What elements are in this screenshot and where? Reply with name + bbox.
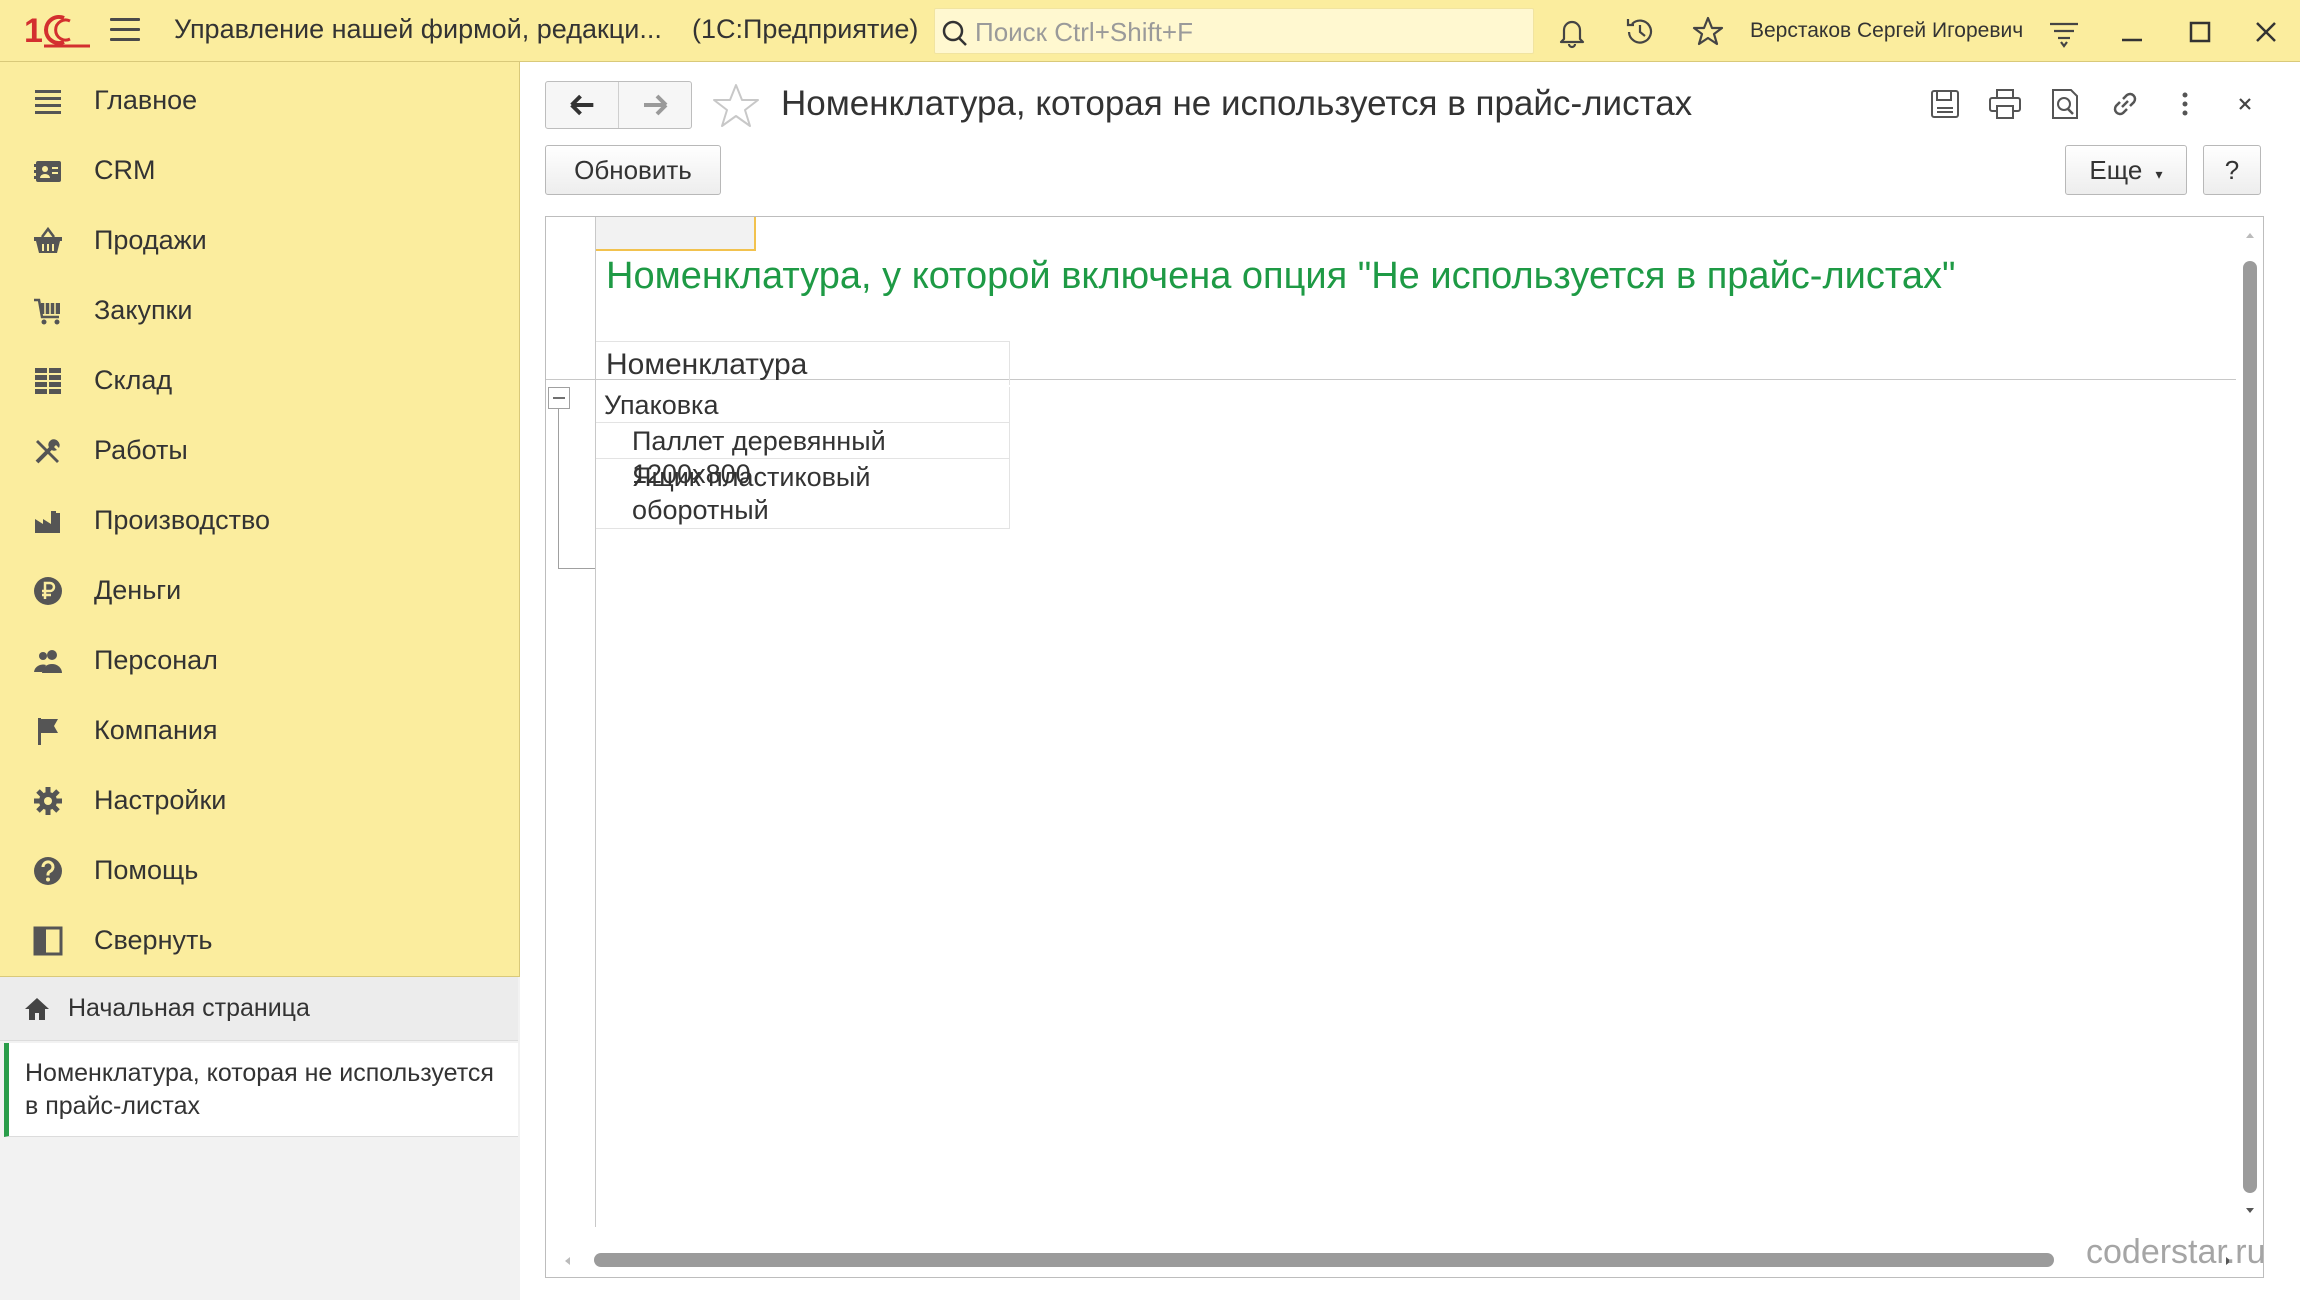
sidebar-item-sales[interactable]: Продажи <box>0 205 518 275</box>
home-page-tab[interactable]: Начальная страница <box>0 977 518 1041</box>
sidebar-item-production[interactable]: Производство <box>0 485 518 555</box>
preview-icon[interactable] <box>2045 84 2085 124</box>
more-button[interactable]: Еще ▾ <box>2065 145 2187 195</box>
page-title: Номенклатура, которая не используется в … <box>781 84 1693 123</box>
bell-icon[interactable] <box>1552 12 1592 52</box>
home-icon <box>25 998 49 1020</box>
tools-icon <box>35 439 60 464</box>
report-heading: Номенклатура, у которой включена опция "… <box>606 255 1956 297</box>
sidebar-item-label: Свернуть <box>94 925 213 955</box>
sidebar-item-company[interactable]: Компания <box>0 695 518 765</box>
settings-funnel-icon[interactable] <box>2044 12 2084 52</box>
row-text: Упаковка <box>604 390 719 420</box>
scroll-up-arrow-icon[interactable] <box>2242 229 2258 241</box>
add-to-favorites-star-icon[interactable] <box>711 82 761 130</box>
basket-icon <box>34 226 62 253</box>
sidebar-item-label: Закупки <box>94 295 193 325</box>
table-row[interactable]: Ящик пластиковый оборотный <box>596 459 1010 529</box>
open-window-tab[interactable]: Номенклатура, которая не используется в … <box>4 1043 518 1137</box>
sidebar-item-label: Настройки <box>94 785 227 815</box>
sidebar-item-main[interactable]: Главное <box>0 65 518 135</box>
sidebar-item-label: CRM <box>94 155 156 185</box>
group-bracket <box>558 409 595 569</box>
maximize-icon[interactable] <box>2180 12 2220 52</box>
history-icon[interactable] <box>1620 12 1660 52</box>
ruble-icon <box>34 577 62 605</box>
watermark-text: coderstar.ru <box>2086 1233 2264 1271</box>
print-icon[interactable] <box>1985 84 2025 124</box>
column-header-label: Номенклатура <box>606 348 808 381</box>
list-icon <box>35 90 61 114</box>
save-icon[interactable] <box>1925 84 1965 124</box>
sidebar-item-label: Главное <box>94 85 198 115</box>
sidebar-item-money[interactable]: Деньги <box>0 555 518 625</box>
contact-card-icon <box>34 161 61 182</box>
collapse-panel-icon <box>33 926 63 956</box>
sidebar-item-label: Помощь <box>94 855 199 885</box>
report-spreadsheet[interactable]: Номенклатура, у которой включена опция "… <box>545 216 2264 1278</box>
sidebar-item-collapse[interactable]: Свернуть <box>0 905 518 975</box>
sidebar-item-warehouse[interactable]: Склад <box>0 345 518 415</box>
table-row-group[interactable]: Упаковка <box>596 387 1010 423</box>
factory-icon <box>35 511 60 533</box>
search-input[interactable] <box>975 15 1525 49</box>
group-collapse-toggle[interactable] <box>548 387 570 409</box>
row-text: Ящик пластиковый оборотный <box>632 462 871 525</box>
link-icon[interactable] <box>2105 84 2145 124</box>
svg-text:1: 1 <box>24 12 43 50</box>
sidebar-item-purchases[interactable]: Закупки <box>0 275 518 345</box>
app-title: Управление нашей фирмой, редакци... <box>174 14 662 44</box>
people-icon <box>34 650 62 673</box>
sidebar: Главное CRM Продажи Закупки Склад Работы… <box>0 62 520 1300</box>
scroll-left-arrow-icon[interactable] <box>560 1253 574 1269</box>
selected-cell[interactable] <box>596 217 756 251</box>
scroll-down-arrow-icon[interactable] <box>2242 1205 2258 1217</box>
help-button[interactable]: ? <box>2203 145 2261 195</box>
home-page-label: Начальная страница <box>68 994 310 1022</box>
horizontal-scroll-thumb[interactable] <box>594 1253 2054 1267</box>
sidebar-item-label: Склад <box>94 365 173 395</box>
flag-icon <box>38 718 58 745</box>
open-window-label: Номенклатура, которая не используется в … <box>25 1059 494 1120</box>
sidebar-item-help[interactable]: Помощь <box>0 835 518 905</box>
global-search[interactable] <box>934 8 1534 54</box>
minimize-icon[interactable] <box>2112 12 2152 52</box>
column-header-nomenclature: Номенклатура <box>596 341 1010 385</box>
dropdown-arrow-icon: ▾ <box>2155 165 2163 182</box>
vertical-scroll-thumb[interactable] <box>2243 261 2257 1193</box>
more-button-label: Еще <box>2089 154 2143 185</box>
sidebar-item-label: Компания <box>94 715 218 745</box>
table-row[interactable]: Паллет деревянный 1200х800 <box>596 423 1010 489</box>
sidebar-item-staff[interactable]: Персонал <box>0 625 518 695</box>
logo-1c: 1 <box>24 12 90 50</box>
sidebar-item-label: Персонал <box>94 645 218 675</box>
forward-arrow-icon[interactable] <box>619 82 692 128</box>
user-name[interactable]: Верстаков Сергей Игоревич <box>1750 19 2023 43</box>
gear-icon <box>34 787 62 815</box>
menu-icon[interactable] <box>110 18 140 44</box>
sidebar-item-label: Продажи <box>94 225 207 255</box>
sidebar-item-label: Производство <box>94 505 271 535</box>
favorites-star-icon[interactable] <box>1688 12 1728 52</box>
history-navigation <box>545 81 692 129</box>
title-bar: 1 Управление нашей фирмой, редакци... (1… <box>0 0 2300 62</box>
app-subtitle: (1С:Предприятие) <box>692 14 919 44</box>
refresh-button[interactable]: Обновить <box>545 145 721 195</box>
open-windows-panel: Начальная страница Номенклатура, которая… <box>0 976 520 1300</box>
back-arrow-icon[interactable] <box>546 82 619 128</box>
sidebar-item-label: Работы <box>94 435 188 465</box>
help-icon <box>34 857 62 885</box>
cart-icon <box>34 298 60 325</box>
sidebar-item-crm[interactable]: CRM <box>0 135 518 205</box>
sidebar-item-works[interactable]: Работы <box>0 415 518 485</box>
sidebar-item-settings[interactable]: Настройки <box>0 765 518 835</box>
warehouse-grid-icon <box>35 368 61 394</box>
main-content: Номенклатура, которая не используется в … <box>521 62 2300 1300</box>
close-window-icon[interactable] <box>2246 12 2286 52</box>
more-actions-icon[interactable] <box>2165 84 2205 124</box>
search-icon <box>942 20 967 46</box>
sidebar-item-label: Деньги <box>94 575 182 605</box>
close-form-icon[interactable] <box>2225 84 2265 124</box>
